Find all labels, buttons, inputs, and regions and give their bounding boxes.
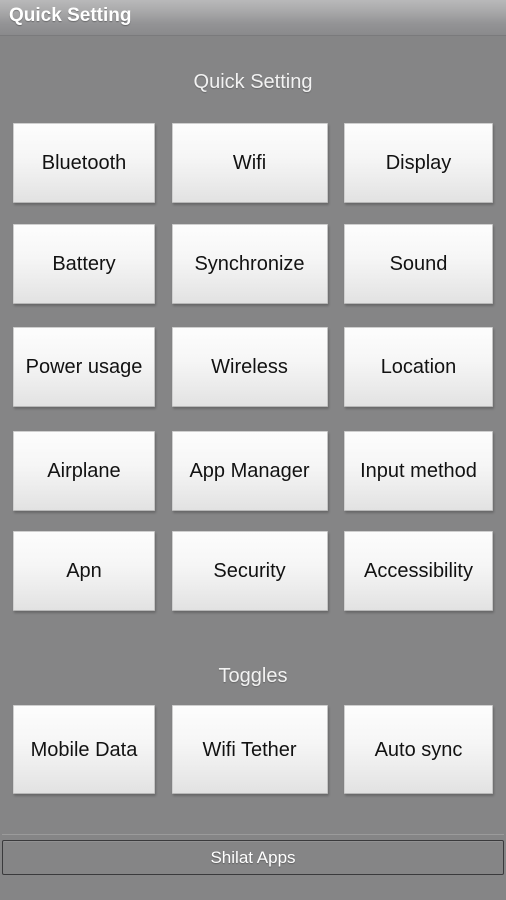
button-label: Airplane: [47, 460, 121, 482]
button-label: Wifi Tether: [202, 738, 297, 761]
button-label: Power usage: [25, 356, 143, 378]
button-label: Display: [385, 152, 452, 174]
toggles-row-1: Mobile Data Wifi Tether Auto sync: [0, 705, 506, 794]
settings-row-1: Bluetooth Wifi Display: [0, 123, 506, 203]
section-header-quick-setting: Quick Setting: [193, 71, 313, 93]
button-battery[interactable]: Battery: [13, 224, 155, 304]
button-label: Input method: [360, 460, 477, 482]
button-app-manager[interactable]: App Manager: [171, 431, 328, 511]
button-label: Location: [380, 356, 457, 378]
window-title: Quick Setting: [9, 5, 132, 26]
button-label: Battery: [52, 253, 116, 275]
window-title-bar: Quick Setting: [0, 0, 506, 36]
button-location[interactable]: Location: [344, 327, 493, 407]
button-power-usage[interactable]: Power usage: [13, 327, 155, 407]
section-header-toggles: Toggles: [218, 665, 288, 687]
button-wifi[interactable]: Wifi: [171, 123, 328, 203]
button-label: Wireless: [211, 356, 288, 378]
button-label: Accessibility: [364, 560, 473, 582]
button-label: Auto sync: [374, 738, 463, 761]
button-input-method[interactable]: Input method: [344, 431, 493, 511]
button-label: Security: [213, 560, 286, 582]
button-label: Sound: [389, 253, 448, 275]
button-bluetooth[interactable]: Bluetooth: [13, 123, 155, 203]
button-label: Bluetooth: [41, 152, 127, 174]
button-security[interactable]: Security: [171, 531, 328, 611]
button-label: Mobile Data: [30, 738, 138, 761]
button-label: Synchronize: [194, 253, 305, 275]
button-synchronize[interactable]: Synchronize: [171, 224, 328, 304]
settings-scroll-area[interactable]: Quick Setting Bluetooth Wifi Display Bat…: [0, 36, 506, 900]
settings-row-5: Apn Security Accessibility: [0, 531, 506, 611]
shilat-apps-button[interactable]: Shilat Apps: [2, 840, 504, 875]
button-label: Wifi: [232, 152, 267, 174]
footer-divider: [2, 834, 504, 835]
settings-row-2: Battery Synchronize Sound: [0, 224, 506, 304]
button-apn[interactable]: Apn: [13, 531, 155, 611]
button-mobile-data[interactable]: Mobile Data: [13, 705, 155, 794]
button-airplane[interactable]: Airplane: [13, 431, 155, 511]
button-wireless[interactable]: Wireless: [171, 327, 328, 407]
button-sound[interactable]: Sound: [344, 224, 493, 304]
settings-row-4: Airplane App Manager Input method: [0, 431, 506, 511]
button-label: App Manager: [189, 460, 310, 482]
settings-row-3: Power usage Wireless Location: [0, 327, 506, 407]
button-wifi-tether[interactable]: Wifi Tether: [171, 705, 328, 794]
button-accessibility[interactable]: Accessibility: [344, 531, 493, 611]
button-display[interactable]: Display: [344, 123, 493, 203]
button-auto-sync[interactable]: Auto sync: [344, 705, 493, 794]
shilat-apps-label: Shilat Apps: [210, 847, 296, 867]
button-label: Apn: [66, 560, 102, 582]
